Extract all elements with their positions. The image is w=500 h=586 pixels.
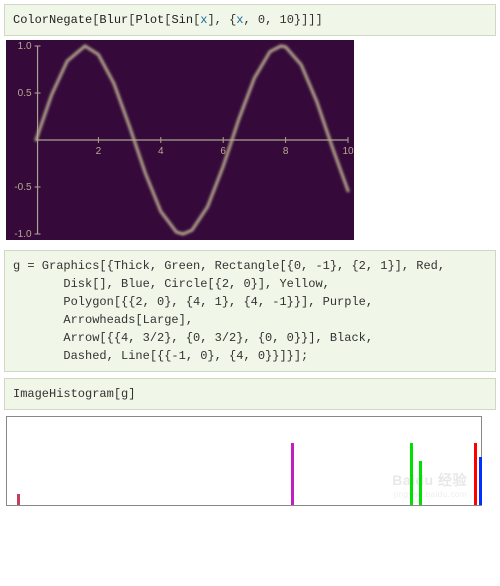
cell-3: ImageHistogram[g] Baidu 经验 jingyan.baidu… [4, 378, 496, 506]
svg-text:1.0: 1.0 [18, 41, 32, 52]
watermark: Baidu 经验 jingyan.baidu.com [392, 470, 467, 499]
input-code-2[interactable]: g = Graphics[{Thick, Green, Rectangle[{0… [4, 250, 496, 372]
histogram-spike [410, 443, 413, 505]
svg-text:2: 2 [96, 146, 102, 157]
input-code-3[interactable]: ImageHistogram[g] [4, 378, 496, 410]
watermark-url: jingyan.baidu.com [392, 490, 467, 499]
sine-plot-negated: 246810-1.0-0.50.51.0 [6, 40, 354, 240]
svg-text:4: 4 [158, 146, 164, 157]
histogram-spike [17, 494, 20, 505]
svg-text:-0.5: -0.5 [14, 182, 32, 193]
histogram-spike [479, 457, 482, 505]
histogram-spike [474, 443, 477, 505]
cell-2: g = Graphics[{Thick, Green, Rectangle[{0… [4, 250, 496, 372]
svg-text:10: 10 [342, 146, 354, 157]
histogram-spike [419, 461, 422, 505]
output-histogram: Baidu 经验 jingyan.baidu.com [4, 410, 496, 506]
image-histogram: Baidu 经验 jingyan.baidu.com [6, 416, 482, 506]
output-plot-1: 246810-1.0-0.50.51.0 [4, 36, 496, 244]
svg-text:0.5: 0.5 [18, 88, 32, 99]
cell-1: ColorNegate[Blur[Plot[Sin[x], {x, 0, 10}… [4, 4, 496, 244]
input-code-1[interactable]: ColorNegate[Blur[Plot[Sin[x], {x, 0, 10}… [4, 4, 496, 36]
svg-text:-1.0: -1.0 [14, 229, 32, 240]
watermark-text: Baidu 经验 [392, 472, 467, 488]
svg-text:8: 8 [283, 146, 289, 157]
histogram-spike [291, 443, 294, 505]
